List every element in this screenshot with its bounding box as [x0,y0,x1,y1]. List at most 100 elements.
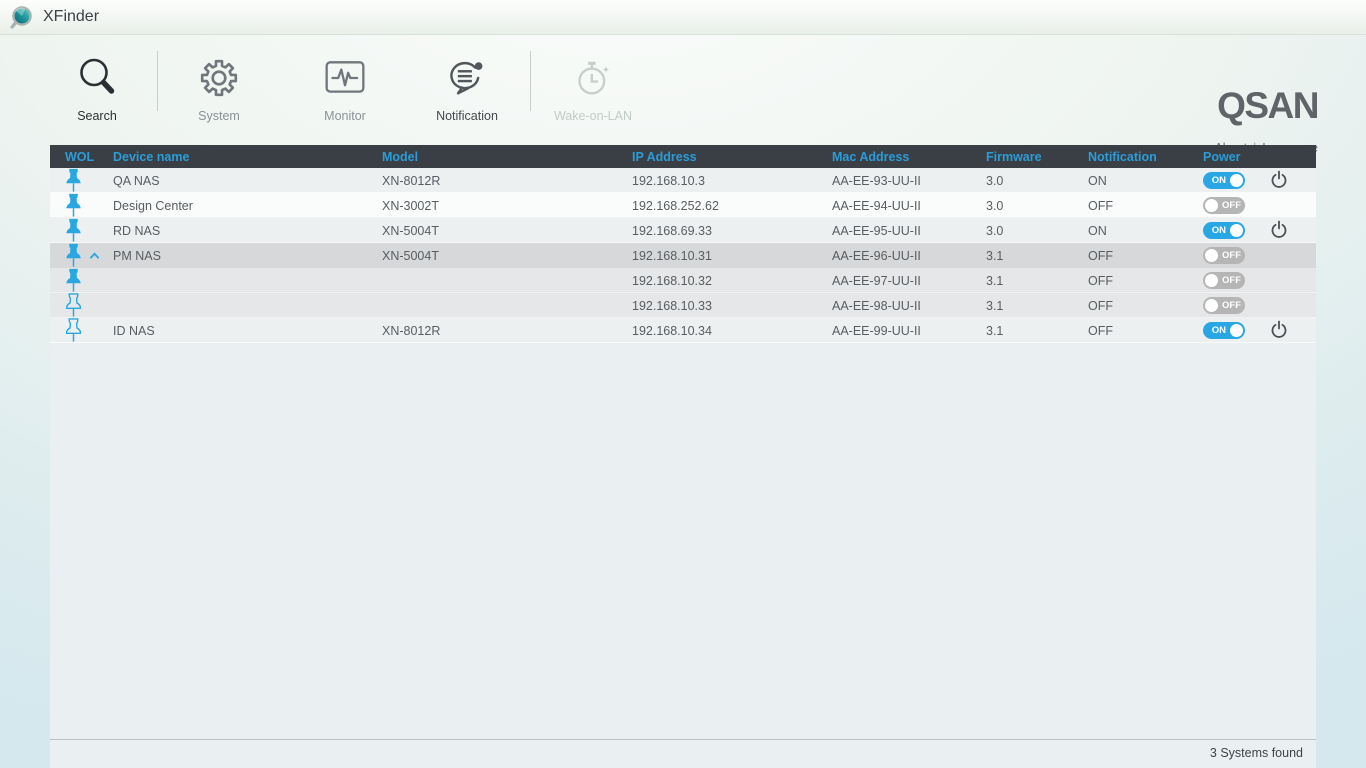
ip-address-cell: 192.168.10.3 [632,174,832,188]
ip-address-cell: 192.168.69.33 [632,224,832,238]
systems-found-status: 3 Systems found [1210,746,1303,760]
mac-address-cell: AA-EE-98-UU-II [832,299,986,313]
power-icon[interactable] [1270,220,1288,239]
device-name-cell: Design Center [113,199,382,213]
qsan-brand-logo: QSAN [1217,85,1318,127]
col-header-wol[interactable]: WOL [50,150,113,164]
table-row[interactable]: ID NAS XN-8012R 192.168.10.34 AA-EE-99-U… [50,318,1316,343]
chevron-up-icon[interactable] [89,252,100,260]
toolbar-label: Search [42,109,152,123]
toolbar: Search System Monitor [0,35,1366,145]
toggle-label: ON [1212,175,1226,186]
power-toggle[interactable]: ON [1203,322,1245,339]
power-toggle[interactable]: OFF [1203,197,1245,214]
toolbar-item-system[interactable]: System [164,51,274,123]
device-name-cell: RD NAS [113,224,382,238]
toggle-knob [1205,199,1218,212]
toolbar-item-wake-on-lan: Wake-on-LAN [538,51,648,123]
power-toggle[interactable]: ON [1203,172,1245,189]
firmware-cell: 3.1 [986,299,1088,313]
firmware-cell: 3.1 [986,274,1088,288]
firmware-cell: 3.1 [986,324,1088,338]
toolbar-separator [530,51,531,111]
toolbar-label: Monitor [290,109,400,123]
app-title: XFinder [43,8,99,26]
model-cell: XN-3002T [382,199,632,213]
pushpin-icon[interactable] [66,193,81,218]
toolbar-separator [157,51,158,111]
col-header-power[interactable]: Power [1203,150,1262,164]
notification-cell: OFF [1088,274,1203,288]
mac-address-cell: AA-EE-94-UU-II [832,199,986,213]
pushpin-icon[interactable] [66,168,81,193]
col-header-notification[interactable]: Notification [1088,150,1203,164]
magnifier-logo-icon [8,4,35,31]
table-row[interactable]: 192.168.10.32 AA-EE-97-UU-II 3.1 OFF OFF [50,268,1316,293]
footer-divider [50,739,1316,740]
gear-icon [164,51,274,105]
power-toggle[interactable]: ON [1203,222,1245,239]
pushpin-icon[interactable] [66,318,81,343]
power-toggle[interactable]: OFF [1203,247,1245,264]
mac-address-cell: AA-EE-96-UU-II [832,249,986,263]
col-header-firmware[interactable]: Firmware [986,150,1088,164]
ip-address-cell: 192.168.252.62 [632,199,832,213]
ip-address-cell: 192.168.10.31 [632,249,832,263]
table-body: QA NAS XN-8012R 192.168.10.3 AA-EE-93-UU… [50,168,1316,343]
power-toggle[interactable]: OFF [1203,297,1245,314]
toggle-knob [1230,174,1243,187]
title-bar: XFinder [0,0,1366,35]
toolbar-item-monitor[interactable]: Monitor [290,51,400,123]
firmware-cell: 3.0 [986,224,1088,238]
ip-address-cell: 192.168.10.32 [632,274,832,288]
pushpin-icon[interactable] [66,243,81,268]
col-header-model[interactable]: Model [382,150,632,164]
table-row[interactable]: Design Center XN-3002T 192.168.252.62 AA… [50,193,1316,218]
toggle-knob [1205,274,1218,287]
model-cell: XN-8012R [382,324,632,338]
table-row[interactable]: PM NAS XN-5004T 192.168.10.31 AA-EE-96-U… [50,243,1316,268]
activity-monitor-icon [290,51,400,105]
notification-cell: OFF [1088,249,1203,263]
device-name-cell: PM NAS [113,249,382,263]
power-icon[interactable] [1270,170,1288,189]
pushpin-icon[interactable] [66,268,81,293]
notification-bubble-icon [412,51,522,105]
toggle-label: OFF [1222,200,1241,211]
toolbar-label: Notification [412,109,522,123]
device-name-cell: ID NAS [113,324,382,338]
toolbar-item-notification[interactable]: Notification [412,51,522,123]
table-row[interactable]: QA NAS XN-8012R 192.168.10.3 AA-EE-93-UU… [50,168,1316,193]
firmware-cell: 3.1 [986,249,1088,263]
table-row[interactable]: 192.168.10.33 AA-EE-98-UU-II 3.1 OFF OFF [50,293,1316,318]
col-header-ip-address[interactable]: IP Address [632,150,832,164]
toolbar-label: Wake-on-LAN [538,109,648,123]
col-header-device-name[interactable]: Device name [113,150,382,164]
device-name-cell: QA NAS [113,174,382,188]
toggle-label: ON [1212,325,1226,336]
toggle-knob [1230,224,1243,237]
mac-address-cell: AA-EE-99-UU-II [832,324,986,338]
mac-address-cell: AA-EE-95-UU-II [832,224,986,238]
toggle-knob [1230,324,1243,337]
model-cell: XN-5004T [382,224,632,238]
notification-cell: OFF [1088,199,1203,213]
power-toggle[interactable]: OFF [1203,272,1245,289]
toolbar-item-search[interactable]: Search [42,51,152,123]
table-header: WOL Device name Model IP Address Mac Add… [50,145,1316,168]
toggle-label: ON [1212,225,1226,236]
table-row[interactable]: RD NAS XN-5004T 192.168.69.33 AA-EE-95-U… [50,218,1316,243]
firmware-cell: 3.0 [986,174,1088,188]
pushpin-icon[interactable] [66,293,81,318]
ip-address-cell: 192.168.10.33 [632,299,832,313]
toggle-label: OFF [1222,275,1241,286]
toggle-knob [1205,299,1218,312]
toggle-label: OFF [1222,250,1241,261]
notification-cell: OFF [1088,299,1203,313]
power-icon[interactable] [1270,320,1288,339]
device-table-panel: WOL Device name Model IP Address Mac Add… [50,145,1316,768]
pushpin-icon[interactable] [66,218,81,243]
col-header-mac-address[interactable]: Mac Address [832,150,986,164]
notification-cell: ON [1088,174,1203,188]
search-icon [42,51,152,105]
